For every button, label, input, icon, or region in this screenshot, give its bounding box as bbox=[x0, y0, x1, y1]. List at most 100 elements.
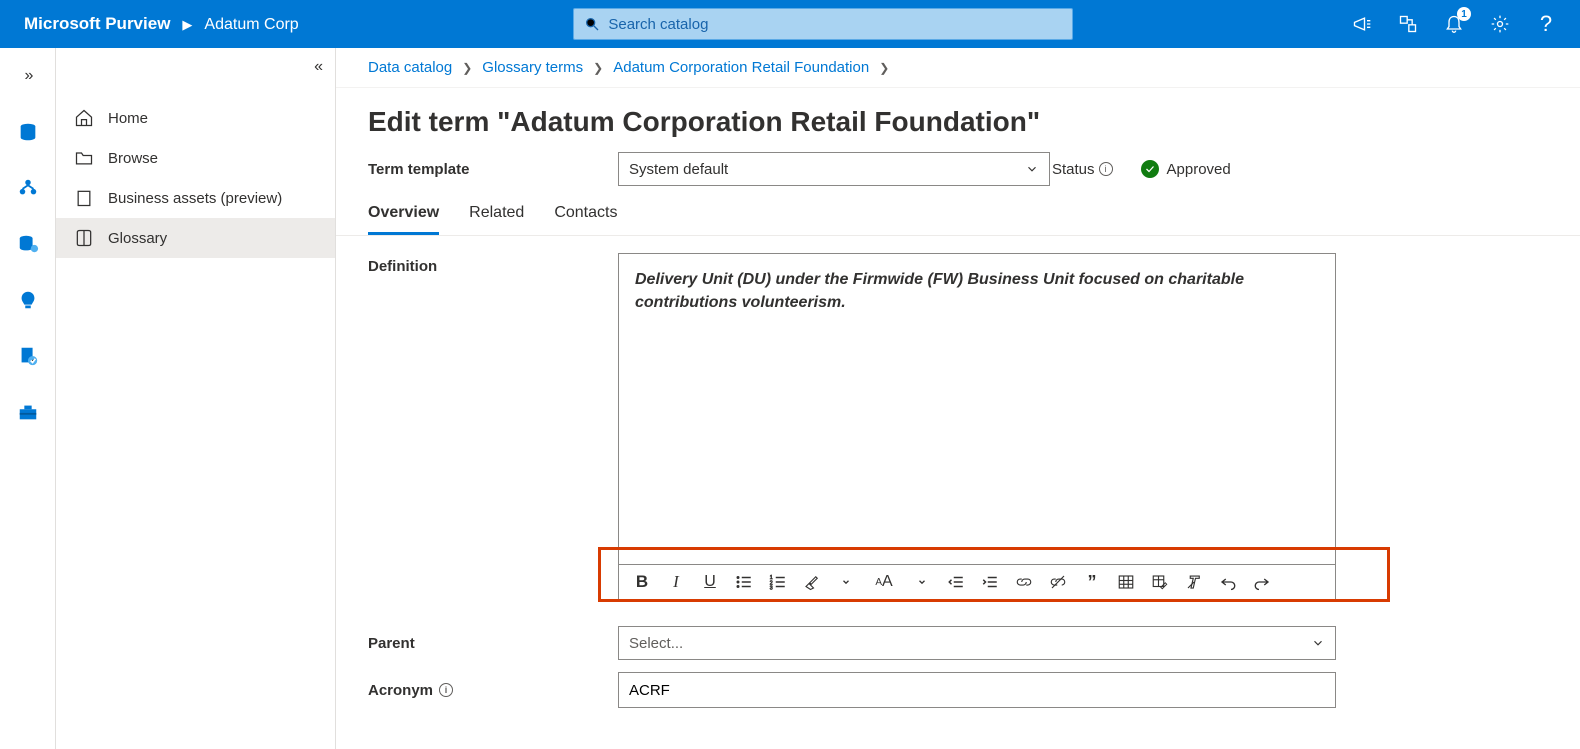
chevron-right-icon: ❯ bbox=[879, 61, 889, 75]
toolbox-icon bbox=[17, 401, 39, 423]
database-icon bbox=[17, 121, 39, 143]
breadcrumb-data-catalog[interactable]: Data catalog bbox=[368, 59, 452, 76]
notifications-button[interactable]: 1 bbox=[1440, 10, 1468, 38]
tab-contacts[interactable]: Contacts bbox=[554, 204, 617, 235]
nav-label: Browse bbox=[108, 150, 158, 167]
indent-button[interactable] bbox=[979, 571, 1001, 593]
rail-data-share[interactable] bbox=[12, 228, 44, 260]
app-name: Microsoft Purview bbox=[24, 14, 170, 34]
breadcrumb: Data catalog ❯ Glossary terms ❯ Adatum C… bbox=[336, 48, 1580, 88]
nav-browse[interactable]: Browse bbox=[56, 138, 335, 178]
definition-text[interactable]: Delivery Unit (DU) under the Firmwide (F… bbox=[619, 254, 1335, 564]
bold-button[interactable]: B bbox=[631, 571, 653, 593]
redo-icon bbox=[1253, 573, 1271, 591]
rail-data-map[interactable] bbox=[12, 172, 44, 204]
info-icon[interactable]: i bbox=[439, 683, 453, 697]
info-icon[interactable]: i bbox=[1099, 162, 1113, 176]
expand-icon: » bbox=[25, 67, 34, 85]
italic-button[interactable]: I bbox=[665, 571, 687, 593]
nav-home[interactable]: Home bbox=[56, 98, 335, 138]
quote-button[interactable]: ” bbox=[1081, 571, 1103, 593]
chevron-down-icon bbox=[1025, 162, 1039, 176]
home-icon bbox=[74, 108, 94, 128]
undo-icon bbox=[1219, 573, 1237, 591]
notification-badge: 1 bbox=[1457, 7, 1471, 21]
nav-label: Business assets (preview) bbox=[108, 190, 282, 207]
outdent-button[interactable] bbox=[945, 571, 967, 593]
breadcrumb-glossary-terms[interactable]: Glossary terms bbox=[482, 59, 583, 76]
help-button[interactable]: ? bbox=[1532, 10, 1560, 38]
list-icon bbox=[735, 573, 753, 591]
collapse-icon: « bbox=[314, 58, 323, 75]
undo-button[interactable] bbox=[1217, 571, 1239, 593]
settings-button[interactable] bbox=[1486, 10, 1514, 38]
numbered-list-button[interactable]: 123 bbox=[767, 571, 789, 593]
diagnostics-button[interactable] bbox=[1394, 10, 1422, 38]
sidenav-collapse-button[interactable]: « bbox=[314, 58, 323, 76]
table-button[interactable] bbox=[1115, 571, 1137, 593]
clear-format-icon bbox=[1185, 573, 1203, 591]
folder-icon bbox=[74, 148, 94, 168]
unlink-button[interactable] bbox=[1047, 571, 1069, 593]
approved-icon bbox=[1141, 160, 1159, 178]
app-title-block: Microsoft Purview ▶ Adatum Corp bbox=[0, 14, 299, 34]
highlight-icon bbox=[803, 573, 821, 591]
redo-button[interactable] bbox=[1251, 571, 1273, 593]
term-template-select[interactable]: System default bbox=[618, 152, 1050, 186]
search-placeholder: Search catalog bbox=[608, 16, 708, 33]
chevron-down-icon bbox=[917, 573, 927, 591]
numbered-list-icon: 123 bbox=[769, 573, 787, 591]
rail-data-catalog[interactable] bbox=[12, 116, 44, 148]
nav-business-assets[interactable]: Business assets (preview) bbox=[56, 178, 335, 218]
rail-expand-button[interactable]: » bbox=[13, 60, 45, 92]
search-input[interactable]: Search catalog bbox=[573, 8, 1073, 40]
lightbulb-icon bbox=[17, 289, 39, 311]
acronym-input[interactable] bbox=[618, 672, 1336, 708]
icon-rail: » bbox=[0, 48, 56, 749]
parent-label: Parent bbox=[368, 635, 618, 652]
rail-management[interactable] bbox=[12, 396, 44, 428]
data-share-icon bbox=[17, 233, 39, 255]
status-label: Status bbox=[1052, 161, 1095, 178]
main-content: Data catalog ❯ Glossary terms ❯ Adatum C… bbox=[336, 48, 1580, 749]
table-icon bbox=[1117, 573, 1135, 591]
rail-insights[interactable] bbox=[12, 284, 44, 316]
bulleted-list-button[interactable] bbox=[733, 571, 755, 593]
breadcrumb-current-term[interactable]: Adatum Corporation Retail Foundation bbox=[613, 59, 869, 76]
nav-label: Glossary bbox=[108, 230, 167, 247]
clear-format-button[interactable] bbox=[1183, 571, 1205, 593]
feedback-button[interactable] bbox=[1348, 10, 1376, 38]
parent-select[interactable]: Select... bbox=[618, 626, 1336, 660]
indent-icon bbox=[981, 573, 999, 591]
highlight-button[interactable] bbox=[801, 571, 823, 593]
diagnostics-icon bbox=[1398, 14, 1418, 34]
font-size-button[interactable]: AA bbox=[869, 571, 899, 593]
tabs: Overview Related Contacts bbox=[336, 204, 1580, 236]
chevron-down-icon bbox=[1311, 636, 1325, 650]
nav-glossary[interactable]: Glossary bbox=[56, 218, 335, 258]
chevron-down-icon bbox=[841, 573, 851, 591]
search-icon bbox=[584, 16, 600, 32]
link-icon bbox=[1015, 573, 1033, 591]
table-edit-button[interactable] bbox=[1149, 571, 1171, 593]
font-size-dropdown[interactable] bbox=[911, 571, 933, 593]
term-template-label: Term template bbox=[368, 161, 618, 178]
definition-editor[interactable]: Delivery Unit (DU) under the Firmwide (F… bbox=[618, 253, 1336, 600]
underline-button[interactable]: U bbox=[699, 571, 721, 593]
tab-overview[interactable]: Overview bbox=[368, 204, 439, 235]
tenant-name[interactable]: Adatum Corp bbox=[204, 16, 298, 34]
outdent-icon bbox=[947, 573, 965, 591]
tab-related[interactable]: Related bbox=[469, 204, 524, 235]
chevron-right-icon: ▶ bbox=[182, 17, 192, 33]
rail-policy[interactable] bbox=[12, 340, 44, 372]
parent-placeholder: Select... bbox=[629, 635, 683, 652]
top-bar: Microsoft Purview ▶ Adatum Corp Search c… bbox=[0, 0, 1580, 48]
table-edit-icon bbox=[1151, 573, 1169, 591]
editor-toolbar: B I U 123 AA ” bbox=[619, 564, 1335, 599]
book-icon bbox=[74, 228, 94, 248]
policy-icon bbox=[17, 345, 39, 367]
highlight-dropdown[interactable] bbox=[835, 571, 857, 593]
status-value[interactable]: Approved bbox=[1167, 161, 1231, 178]
link-button[interactable] bbox=[1013, 571, 1035, 593]
unlink-icon bbox=[1049, 573, 1067, 591]
